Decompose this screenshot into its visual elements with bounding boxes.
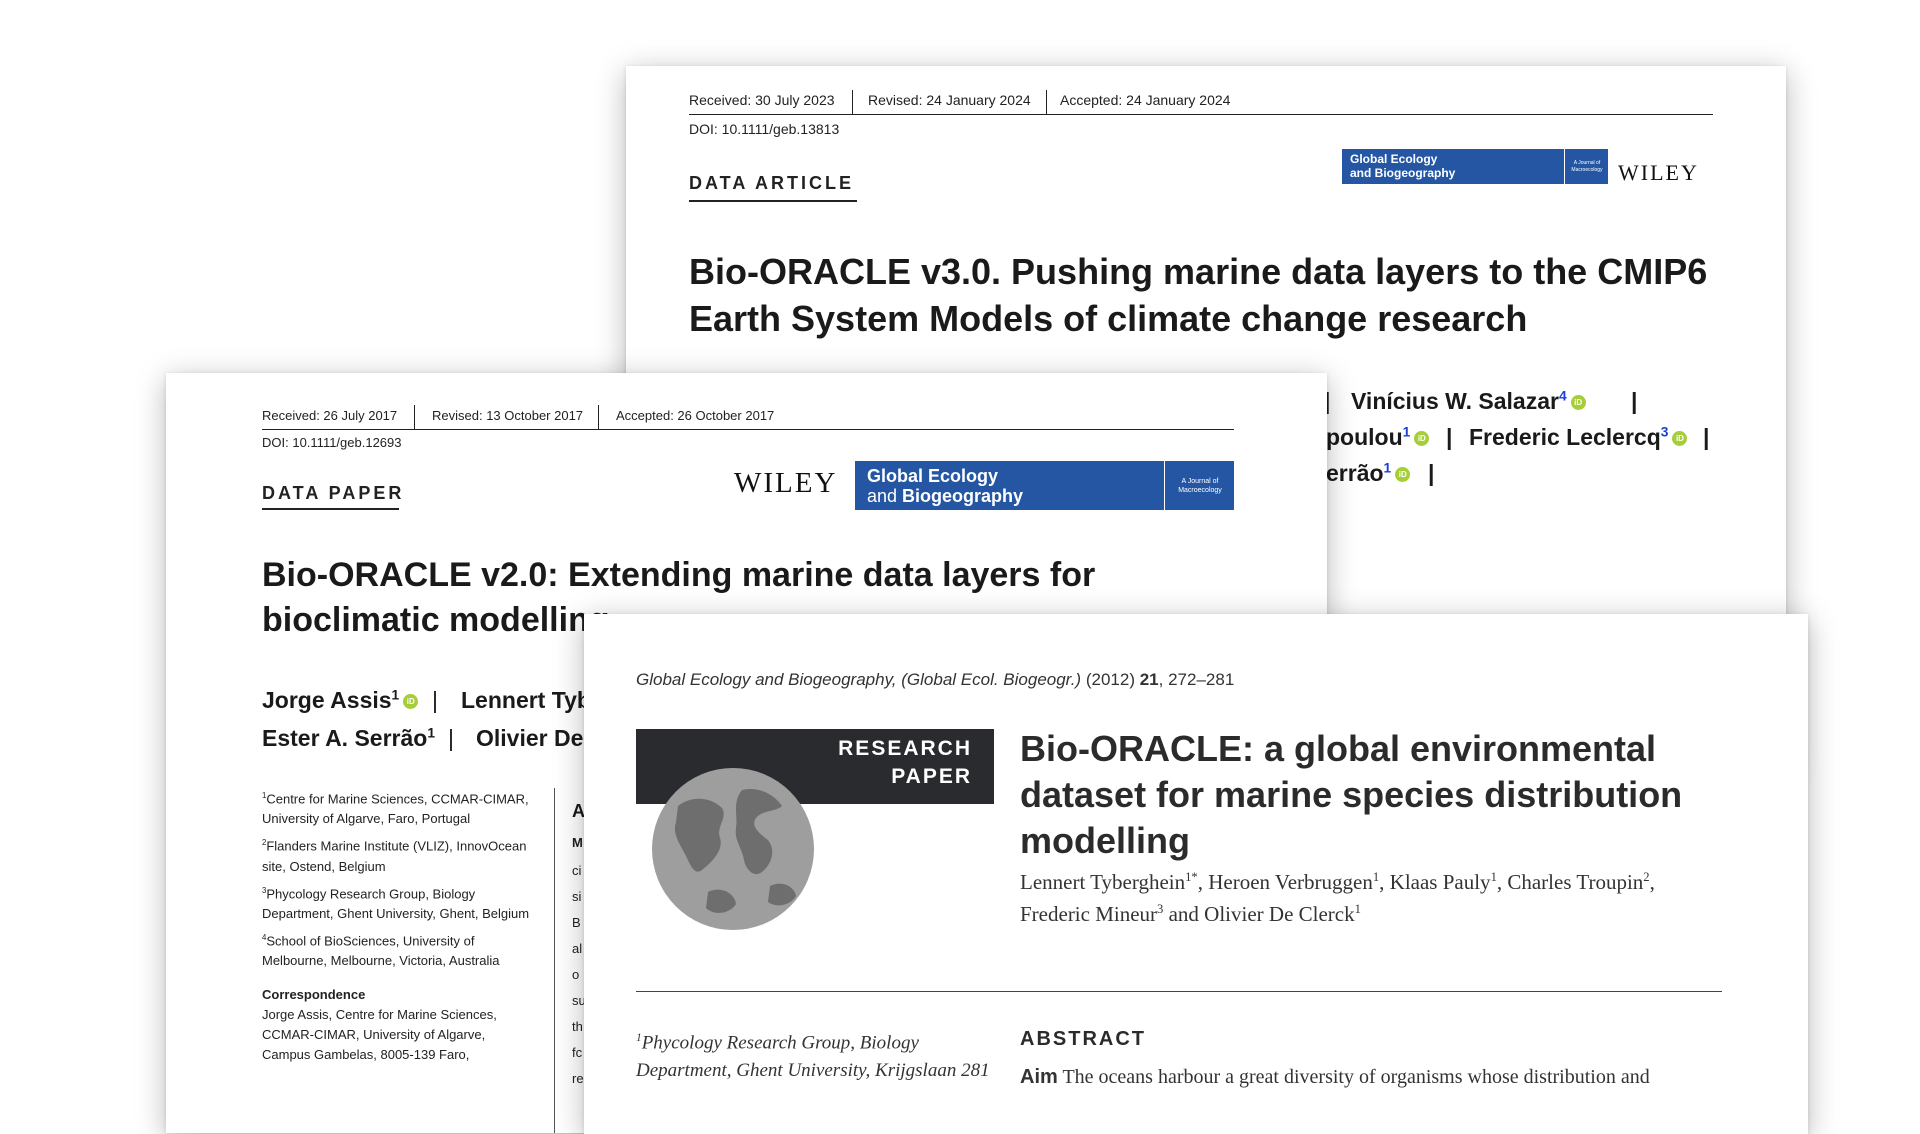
author-name: Lennert Tyberghein [1020,870,1186,894]
journal-logo: Global Ecology and Biogeography A Journa… [855,461,1234,510]
abstract-fragment: al [572,941,583,956]
author-name: Ester A. Serrão1 [262,725,436,751]
journal-tagline: A Journal of Macroecology [1164,461,1235,510]
citation-line: Global Ecology and Biogeography, (Global… [636,670,1235,689]
section-rule [636,991,1722,992]
meta-separator [852,90,853,114]
author-name: Heroen Verbruggen [1208,870,1373,894]
author-separator: | [1631,388,1638,414]
orcid-icon: iD [1672,431,1688,447]
author-name: errão1 iD [1326,460,1411,487]
article-type-underline [262,508,399,510]
journal-name-line1: Global Ecology [1350,152,1438,166]
author-name: Olivier De [476,725,584,751]
author-name: Vinícius W. Salazar4 iD [1351,388,1586,415]
author-name: Charles Troupin [1507,870,1644,894]
meta-separator [1046,90,1047,114]
doi: DOI: 10.1111/geb.13813 [689,121,840,137]
orcid-icon: iD [1570,395,1586,411]
affiliation: 1Phycology Research Group, Biology Depar… [636,1032,990,1082]
affiliation: 3Phycology Research Group, Biology Depar… [262,885,530,921]
correspondence-text: Jorge Assis, Centre for Marine Sciences,… [262,1007,497,1063]
journal-name-line2: and Biogeography [867,486,1024,506]
badge-line2: PAPER [891,765,972,788]
author-list-line1: Lennert Tyberghein1*, Heroen Verbruggen1… [1020,870,1655,894]
article-type-underline [689,200,857,202]
orcid-icon: iD [1414,431,1430,447]
meta-separator [598,405,599,429]
revised-date: Revised: 24 January 2024 [868,92,1031,108]
accepted-date: Accepted: 26 October 2017 [616,408,775,423]
author-name: Frederic Mineur [1020,902,1158,926]
received-date: Received: 26 July 2017 [262,408,398,423]
abstract-fragment: B [572,915,581,930]
column-divider [554,788,555,1133]
article-type: DATA ARTICLE [689,173,854,193]
correspondence-heading: Correspondence [262,987,366,1003]
publisher-logo: WILEY [734,467,838,499]
abstract-text: Aim The oceans harbour a great diversity… [1020,1066,1650,1088]
abstract-heading: ABSTRACT [1020,1028,1146,1050]
article-title: Bio-ORACLE v3.0. Pushing marine data lay… [689,251,1708,339]
author-name: Klaas Pauly [1389,870,1491,894]
abstract-fragment: M [572,835,583,850]
author-separator: | [1428,460,1435,486]
journal-tagline: A Journal of Macroecology [1564,149,1609,184]
affiliations: 1Centre for Marine Sciences, CCMAR-CIMAR… [262,786,532,1065]
author-name: Olivier De Clerck [1204,902,1355,926]
journal-logo: Global Ecology and Biogeography A Journa… [1342,149,1608,184]
orcid-icon: iD [1395,467,1411,483]
journal-name-line2: and Biogeography [1350,166,1456,180]
orcid-icon: iD [403,694,419,710]
author-separator: | [1446,424,1453,450]
author-separator: | [432,687,438,713]
abstract-fragment: ci [572,863,582,878]
header-rule [689,114,1713,115]
author-list-line2: Frederic Mineur3 and Olivier De Clerck1 [1020,902,1361,926]
author-name: poulou1 iD [1326,424,1430,451]
article-type: DATA PAPER [262,483,405,503]
affiliation: 2Flanders Marine Institute (VLIZ), Innov… [262,838,527,874]
abstract-fragment: o [572,967,580,982]
paper-bio-oracle-2012: Global Ecology and Biogeography, (Global… [584,614,1808,1134]
affiliation: 1Centre for Marine Sciences, CCMAR-CIMAR… [262,791,529,827]
author-name: Frederic Leclercq3 iD [1469,424,1688,451]
received-date: Received: 30 July 2023 [689,92,835,108]
journal-name-line1: Global Ecology [867,466,999,486]
author-name: Jorge Assis1 iD [262,687,419,714]
accepted-date: Accepted: 24 January 2024 [1060,92,1231,108]
globe-icon [652,768,814,930]
abstract-fragment: si [572,889,582,904]
author-separator: | [448,725,454,751]
abstract-fragment: fc [572,1045,583,1060]
badge-line1: RESEARCH [838,737,972,760]
header-rule [262,429,1234,430]
doi: DOI: 10.1111/geb.12693 [262,435,402,450]
revised-date: Revised: 13 October 2017 [432,408,584,423]
author-name: Lennert Tyb [461,687,591,713]
abstract-fragment: th [572,1019,583,1034]
abstract-fragment: re [572,1071,584,1086]
affiliation: 4School of BioSciences, University of Me… [262,932,500,969]
meta-separator [414,405,415,429]
publisher-logo: WILEY [1618,160,1699,185]
article-title: Bio-ORACLE: a global environmental datas… [1020,728,1683,861]
author-separator: | [1703,424,1710,450]
